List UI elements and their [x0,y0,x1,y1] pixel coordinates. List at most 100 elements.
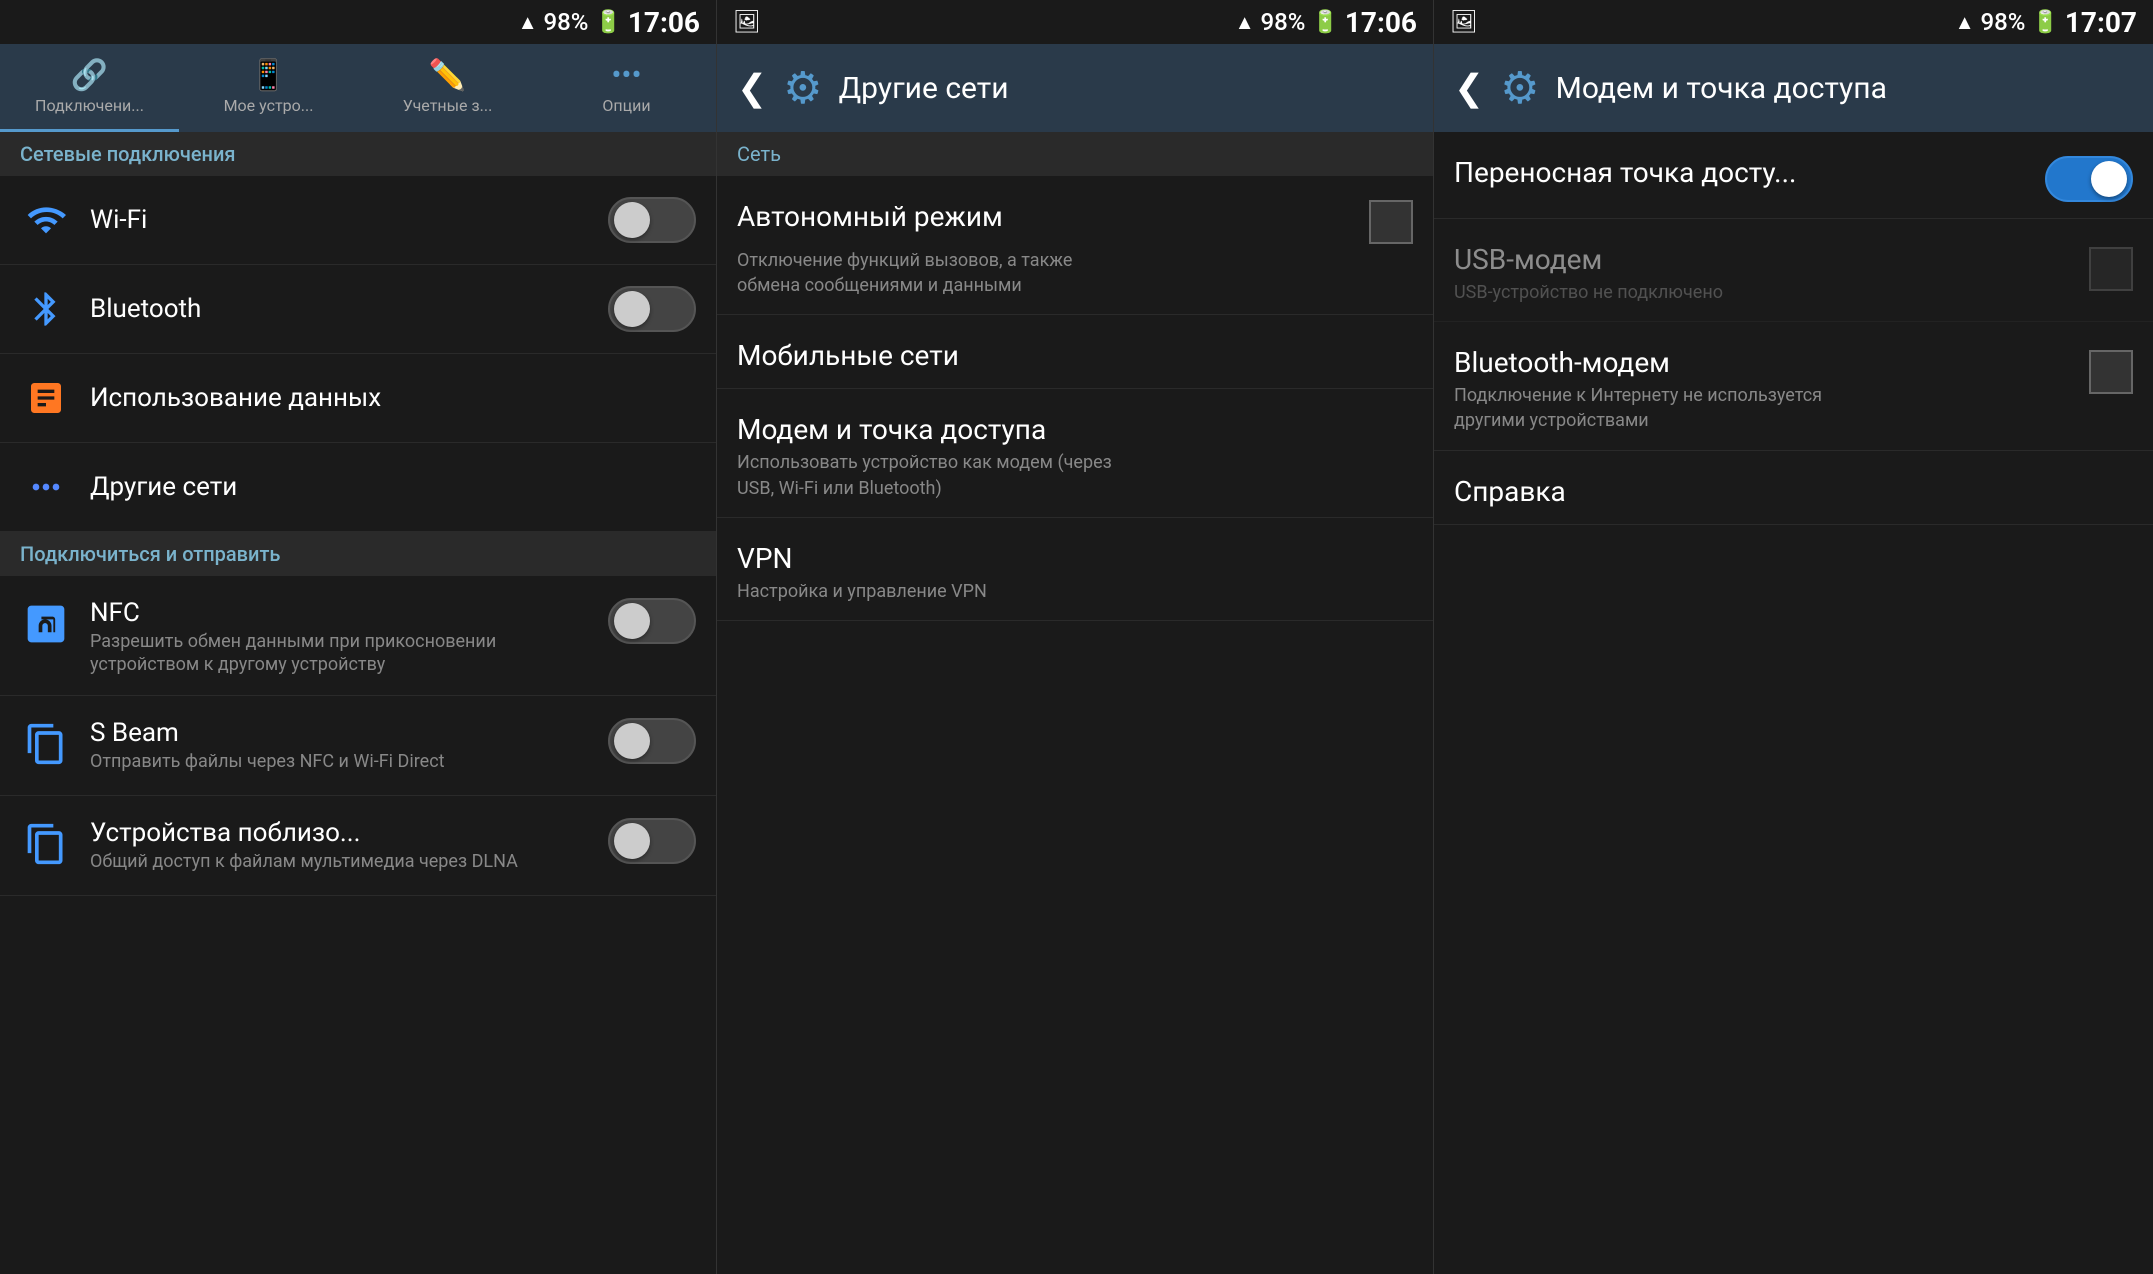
panel3-content: Переносная точка досту... USB-модем USB-… [1434,132,2153,1274]
bt-tethering-sub: Подключение к Интернету не используется … [1454,383,1834,433]
portable-hotspot-item[interactable]: Переносная точка досту... [1434,132,2153,219]
bluetooth-toggle-knob [614,291,650,327]
battery-percent-2: 98% [1260,8,1305,36]
tab-accounts-icon: ✏️ [429,58,466,93]
wifi-text: Wi-Fi [90,205,608,235]
airplane-mode-title: Автономный режим [737,200,1003,233]
help-row: Справка [1454,475,2133,508]
bt-tethering-title: Bluetooth-модем [1454,346,1834,379]
battery-icon-3: 🔋 [2031,10,2058,35]
usb-tethering-sub: USB-устройство не подключено [1454,280,1723,305]
other-networks-icon [26,467,66,507]
tab-accounts-label: Учетные з... [403,97,493,115]
mobile-networks-row: Мобильные сети [737,339,1413,372]
vpn-row: VPN [737,542,1413,575]
status-icons-3: ▲ 98% 🔋 17:07 [1955,6,2137,39]
nfc-icon-wrap [20,598,72,650]
nearby-text: Устройства поблизо... Общий доступ к фай… [90,814,608,873]
page-header-2: ❮ ⚙ Другие сети [717,44,1433,132]
portable-hotspot-toggle[interactable] [2045,156,2133,202]
time-1: 17:06 [628,6,700,39]
sbeam-text: S Beam Отправить файлы через NFC и Wi-Fi… [90,714,608,773]
nearby-title: Устройства поблизо... [90,818,608,848]
other-networks-text: Другие сети [90,472,696,502]
other-networks-setting[interactable]: Другие сети [0,443,716,532]
panel-network-connections: ▲ 98% 🔋 17:06 🔗 Подключени... 📱 Мое устр… [0,0,717,1274]
usb-tethering-title: USB-модем [1454,243,1723,276]
battery-icon-2: 🔋 [1311,10,1338,35]
signal-icon-2: ▲ [1235,10,1255,35]
bt-tethering-text: Bluetooth-модем Подключение к Интернету … [1454,346,1834,433]
battery-icon-1: 🔋 [594,10,621,35]
usb-tethering-row: USB-модем USB-устройство не подключено [1454,243,2133,305]
back-button-2[interactable]: ❮ [737,67,767,109]
status-icons-1: ▲ 98% 🔋 17:06 [518,6,700,39]
sbeam-subtitle: Отправить файлы через NFC и Wi-Fi Direct [90,750,608,773]
tab-options-label: Опции [602,97,650,115]
bluetooth-icon-wrap [20,283,72,335]
nearby-toggle-knob [614,823,650,859]
panel2-content: Сеть Автономный режим Отключение функций… [717,132,1433,1274]
sub-section-network: Сеть [717,132,1433,176]
section-network-header: Сетевые подключения [0,132,716,176]
usb-tethering-checkbox[interactable] [2089,247,2133,291]
vpn-item[interactable]: VPN Настройка и управление VPN [717,518,1433,621]
portable-hotspot-title: Переносная точка досту... [1454,156,1796,189]
nfc-subtitle: Разрешить обмен данными при прикосновени… [90,630,608,677]
tab-device-label: Мое устро... [224,97,314,115]
hotspot-item[interactable]: Модем и точка доступа Использовать устро… [717,389,1433,517]
back-button-3[interactable]: ❮ [1454,67,1484,109]
nfc-text: NFC Разрешить обмен данными при прикосно… [90,594,608,677]
sbeam-toggle[interactable] [608,718,696,764]
sbeam-setting[interactable]: S Beam Отправить файлы через NFC и Wi-Fi… [0,696,716,796]
airplane-mode-item[interactable]: Автономный режим Отключение функций вызо… [717,176,1433,315]
panel-other-networks: 🖼 ▲ 98% 🔋 17:06 ❮ ⚙ Другие сети Сеть Авт… [717,0,1434,1274]
bluetooth-setting[interactable]: Bluetooth [0,265,716,354]
airplane-mode-checkbox[interactable] [1369,200,1413,244]
status-bar-left-3: 🖼 [1450,10,1947,35]
other-networks-icon-wrap [20,461,72,513]
other-networks-title: Другие сети [90,472,696,502]
help-item[interactable]: Справка [1434,451,2153,525]
tab-connections[interactable]: 🔗 Подключени... [0,44,179,132]
sbeam-title: S Beam [90,718,608,748]
hotspot-title: Модем и точка доступа [737,413,1046,446]
vpn-title: VPN [737,542,792,575]
nearby-icon [24,822,68,866]
wifi-toggle-knob [614,202,650,238]
data-usage-setting[interactable]: Использование данных [0,354,716,443]
vpn-sub: Настройка и управление VPN [737,579,1117,604]
tab-device[interactable]: 📱 Мое устро... [179,44,358,132]
signal-icon-3: ▲ [1955,10,1975,35]
tab-options[interactable]: ••• Опции [537,44,716,132]
data-usage-icon [26,378,66,418]
nfc-toggle[interactable] [608,598,696,644]
nfc-icon [24,602,68,646]
tab-accounts[interactable]: ✏️ Учетные з... [358,44,537,132]
data-usage-text: Использование данных [90,383,696,413]
sbeam-toggle-knob [614,723,650,759]
bt-tethering-checkbox[interactable] [2089,350,2133,394]
settings-icon-2: ⚙ [783,62,822,114]
mobile-networks-item[interactable]: Мобильные сети [717,315,1433,389]
panel1-content: Сетевые подключения Wi-Fi B [0,132,716,1274]
status-bar-left-2: 🖼 [733,10,1227,35]
battery-percent-1: 98% [543,8,588,36]
sbeam-icon-wrap [20,718,72,770]
nfc-setting[interactable]: NFC Разрешить обмен данными при прикосно… [0,576,716,696]
wifi-toggle[interactable] [608,197,696,243]
nearby-toggle[interactable] [608,818,696,864]
usb-tethering-item[interactable]: USB-модем USB-устройство не подключено [1434,219,2153,322]
usb-tethering-text: USB-модем USB-устройство не подключено [1454,243,1723,305]
page-header-3: ❮ ⚙ Модем и точка доступа [1434,44,2153,132]
nearby-icon-wrap [20,818,72,870]
nearby-setting[interactable]: Устройства поблизо... Общий доступ к фай… [0,796,716,896]
status-bar-3: 🖼 ▲ 98% 🔋 17:07 [1434,0,2153,44]
bt-tethering-item[interactable]: Bluetooth-модем Подключение к Интернету … [1434,322,2153,450]
bluetooth-toggle[interactable] [608,286,696,332]
status-bar-2: 🖼 ▲ 98% 🔋 17:06 [717,0,1433,44]
section-connect-header: Подключиться и отправить [0,532,716,576]
time-2: 17:06 [1345,6,1417,39]
wifi-setting[interactable]: Wi-Fi [0,176,716,265]
bluetooth-title: Bluetooth [90,294,608,324]
